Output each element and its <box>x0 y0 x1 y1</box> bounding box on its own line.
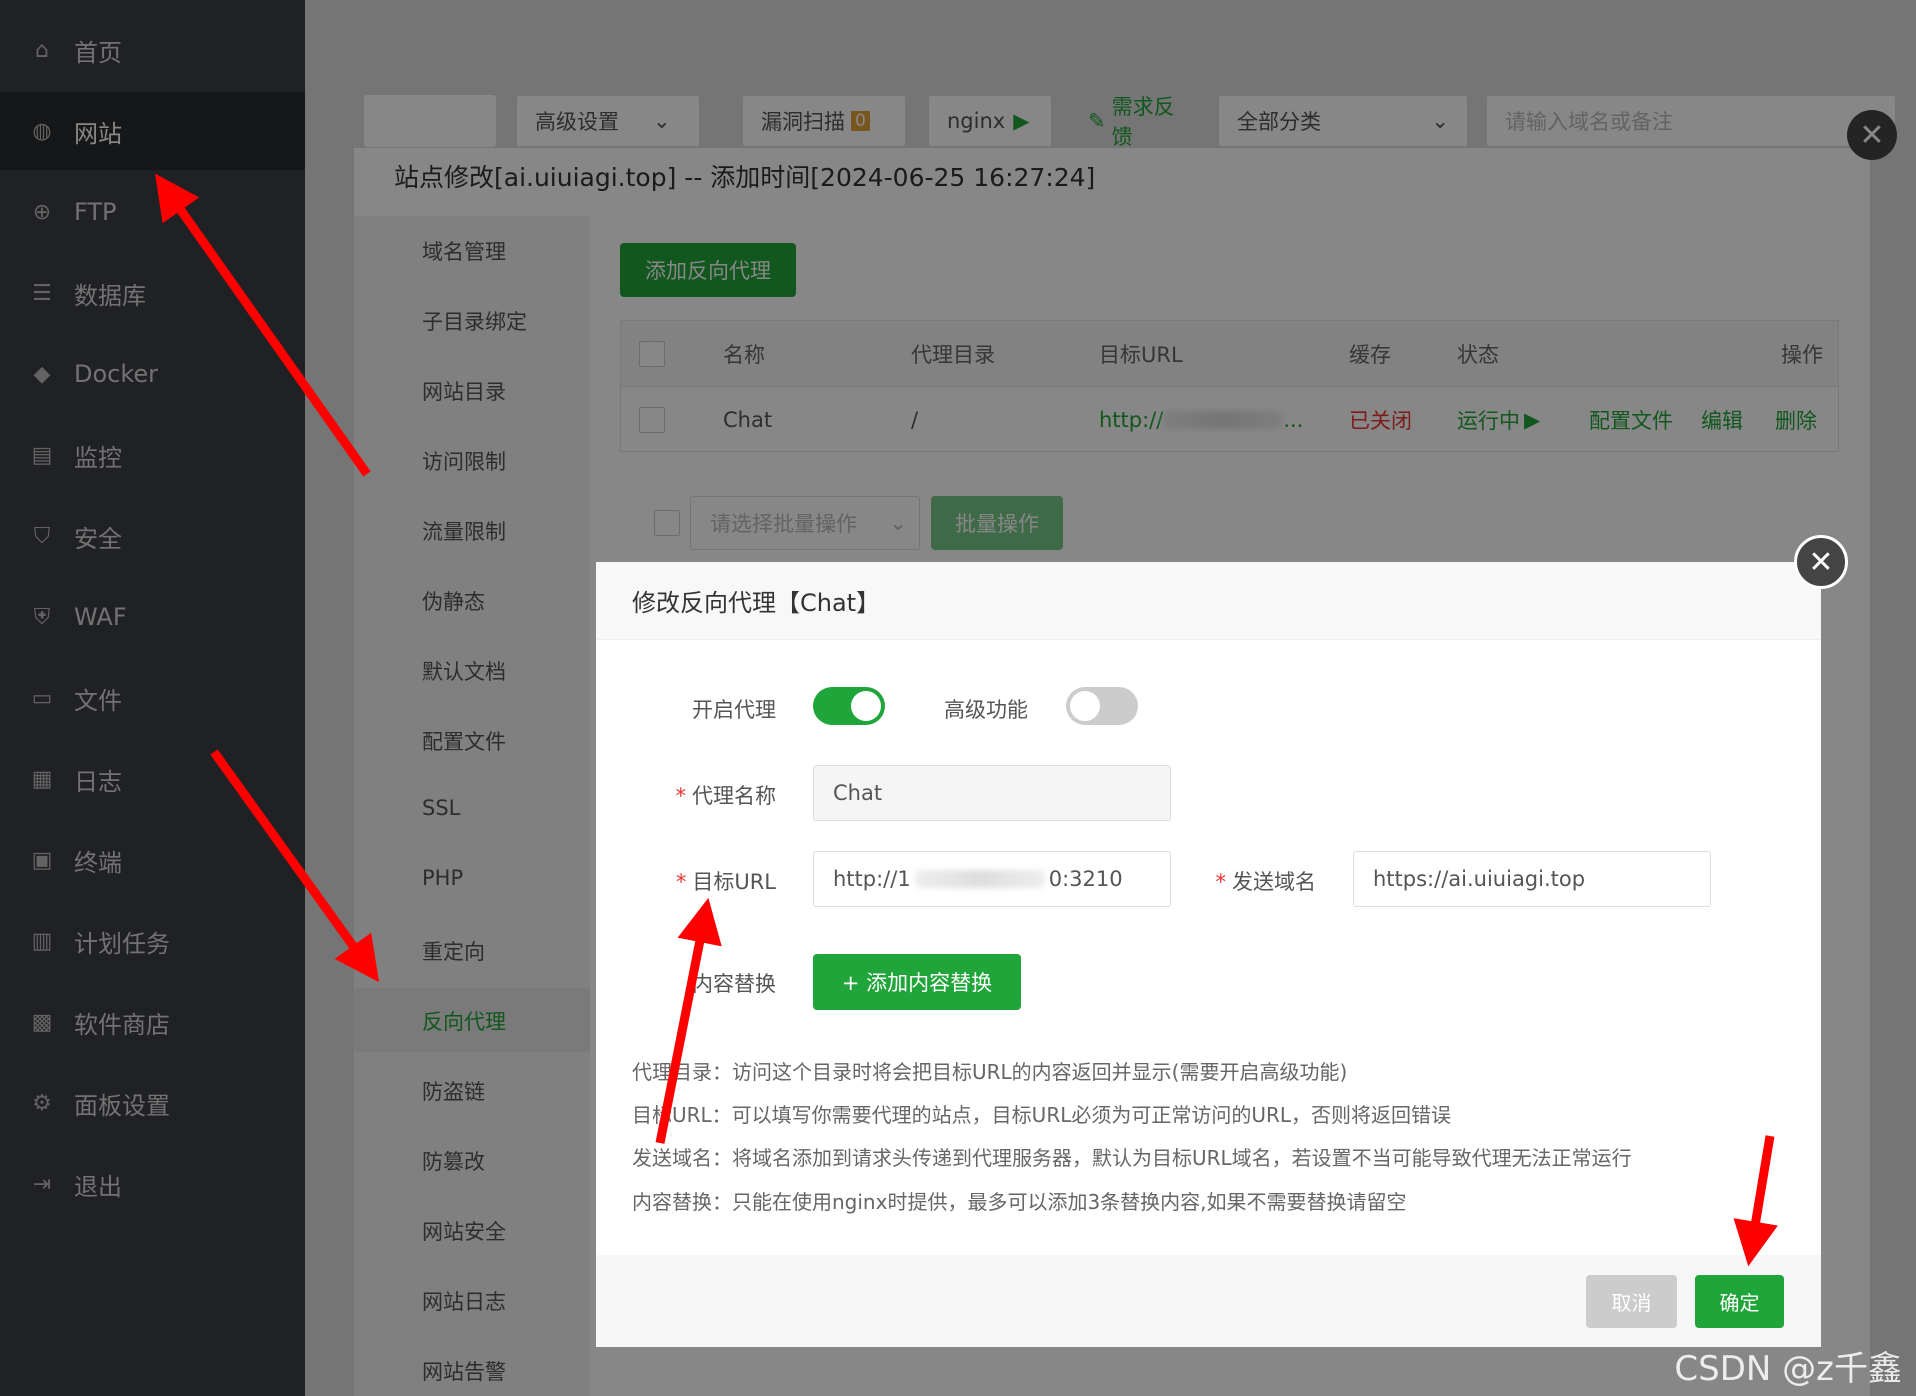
advanced-toggle[interactable] <box>1066 687 1138 725</box>
send-domain-label: *发送域名 <box>1196 866 1316 896</box>
watermark: CSDN @z千鑫 <box>1674 1341 1902 1390</box>
add-content-replace-button[interactable]: + 添加内容替换 <box>813 954 1021 1010</box>
enable-proxy-toggle[interactable] <box>813 687 885 725</box>
proxy-name-input[interactable]: Chat <box>813 765 1171 821</box>
cancel-button[interactable]: 取消 <box>1586 1275 1677 1328</box>
target-url-input[interactable]: http://10:3210 <box>813 851 1171 907</box>
help-send-domain: 发送域名：将域名添加到请求头传递到代理服务器，默认为目标URL域名，若设置不当可… <box>632 1142 1632 1171</box>
help-content-replace: 内容替换：只能在使用nginx时提供，最多可以添加3条替换内容,如果不需要替换请… <box>632 1186 1407 1215</box>
dialog-title: 修改反向代理【Chat】 <box>596 562 1821 640</box>
proxy-name-label: *代理名称 <box>596 780 776 810</box>
send-domain-input[interactable]: https://ai.uiuiagi.top <box>1353 851 1711 907</box>
help-proxy-dir: 代理目录：访问这个目录时将会把目标URL的内容返回并显示(需要开启高级功能) <box>632 1056 1347 1085</box>
edit-proxy-dialog: 修改反向代理【Chat】 开启代理 高级功能 *代理名称 Chat *目标URL… <box>596 562 1821 1347</box>
help-target-url: 目标URL：可以填写你需要代理的站点，目标URL必须为可正常访问的URL，否则将… <box>632 1099 1451 1128</box>
dialog-footer: 取消 确定 <box>596 1255 1821 1347</box>
close-dialog-icon[interactable]: ✕ <box>1794 535 1848 589</box>
enable-proxy-label: 开启代理 <box>596 694 776 724</box>
confirm-button[interactable]: 确定 <box>1695 1275 1784 1328</box>
target-url-label: *目标URL <box>596 866 776 896</box>
advanced-label: 高级功能 <box>936 694 1028 724</box>
content-replace-label: 内容替换 <box>596 968 776 998</box>
